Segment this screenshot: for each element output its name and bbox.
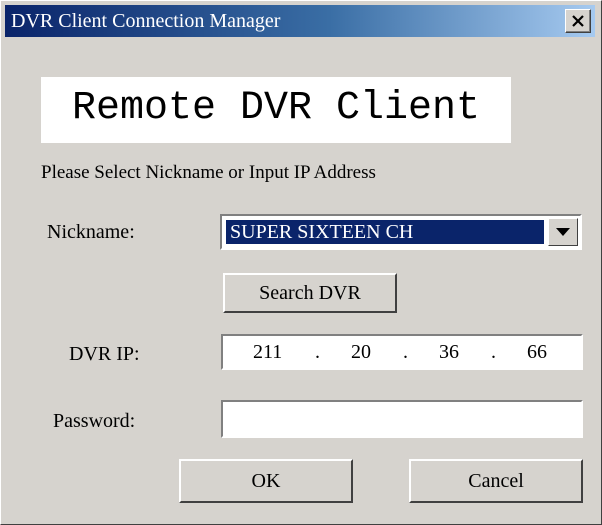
app-banner: Remote DVR Client <box>41 77 511 143</box>
ip-separator: . <box>315 341 320 363</box>
close-icon <box>572 15 584 27</box>
password-label: Password: <box>53 410 136 432</box>
ip-octet-3[interactable]: 36 <box>439 340 459 364</box>
ip-octet-1[interactable]: 211 <box>253 340 282 364</box>
password-input[interactable] <box>223 402 581 436</box>
dvr-ip-field[interactable]: 211 . 20 . 36 . 66 <box>221 334 583 370</box>
instruction-text: Please Select Nickname or Input IP Addre… <box>41 162 376 183</box>
ok-button[interactable]: OK <box>179 459 353 503</box>
ip-separator: . <box>403 341 408 363</box>
search-dvr-button[interactable]: Search DVR <box>223 273 397 313</box>
dvr-ip-label: DVR IP: <box>69 343 140 365</box>
banner-title: Remote DVR Client <box>71 86 481 131</box>
password-field[interactable] <box>221 400 583 438</box>
cancel-button[interactable]: Cancel <box>409 459 583 503</box>
window-title: DVR Client Connection Manager <box>11 10 281 32</box>
dropdown-arrow-button[interactable] <box>548 218 578 246</box>
ip-separator: . <box>491 341 496 363</box>
nickname-selected-value: SUPER SIXTEEN CH <box>225 219 545 245</box>
close-button[interactable] <box>565 9 591 33</box>
dvr-connection-dialog: DVR Client Connection Manager Remote DVR… <box>0 0 602 525</box>
ip-octet-4[interactable]: 66 <box>527 340 547 364</box>
ip-octet-2[interactable]: 20 <box>351 340 371 364</box>
chevron-down-icon <box>556 228 570 236</box>
title-bar[interactable]: DVR Client Connection Manager <box>5 5 595 37</box>
nickname-label: Nickname: <box>47 221 135 243</box>
nickname-dropdown[interactable]: SUPER SIXTEEN CH <box>220 214 582 250</box>
